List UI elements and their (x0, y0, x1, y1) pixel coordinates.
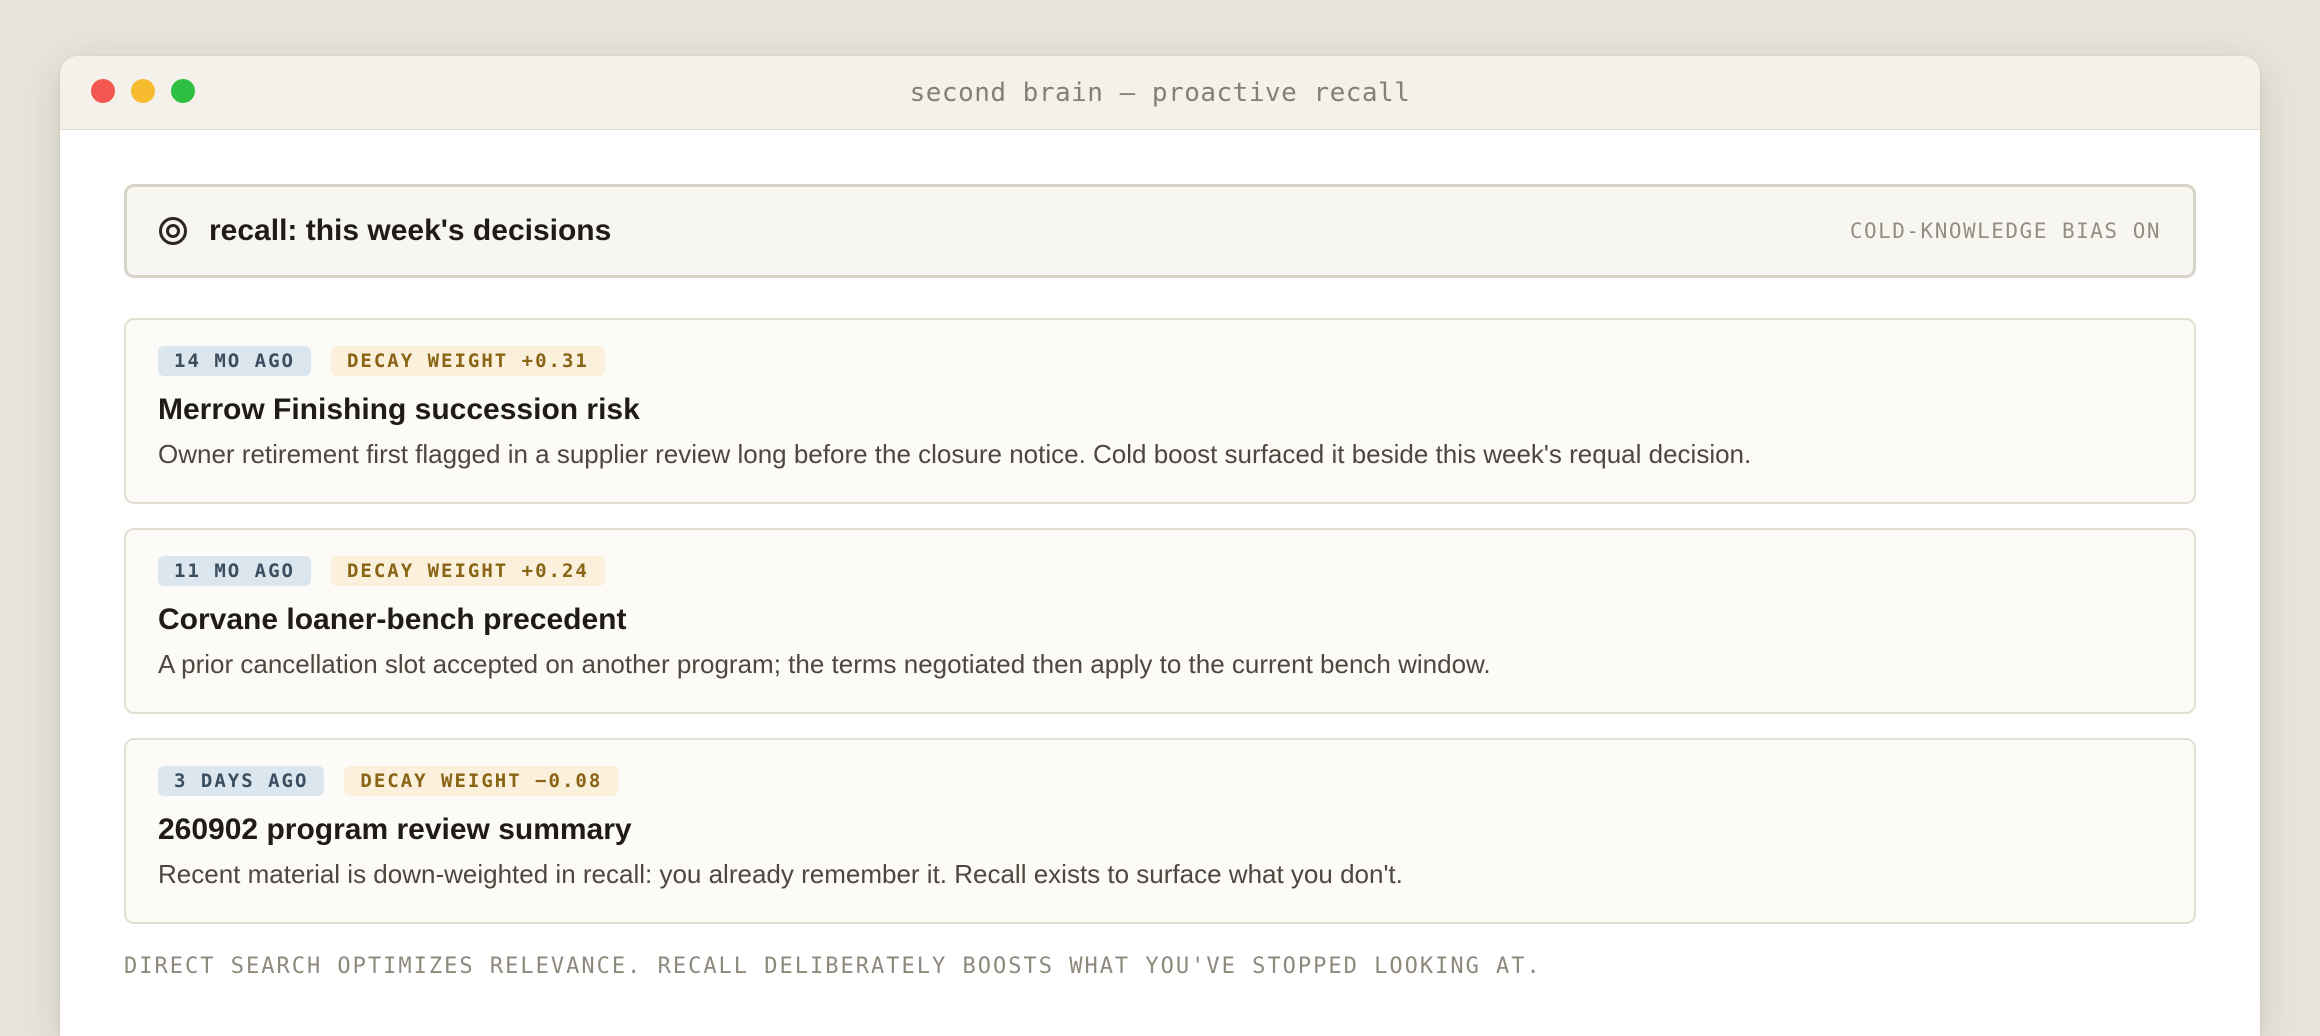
recall-query-text: recall: this week's decisions (209, 214, 612, 247)
window-title: second brain — proactive recall (909, 78, 1411, 108)
card-title: Merrow Finishing succession risk (158, 393, 640, 426)
card-title: 260902 program review summary (158, 813, 632, 846)
card-tags: 3 DAYS AGO DECAY WEIGHT −0.08 (158, 766, 2162, 796)
title-bar: second brain — proactive recall (60, 56, 2260, 130)
card-body: Owner retirement first flagged in a supp… (158, 439, 1752, 469)
age-badge: 14 MO AGO (158, 346, 311, 376)
age-badge: 11 MO AGO (158, 556, 311, 586)
card-tags: 14 MO AGO DECAY WEIGHT +0.31 (158, 346, 2162, 376)
cold-knowledge-bias-indicator: COLD-KNOWLEDGE BIAS ON (1849, 219, 2161, 243)
card-title: Corvane loaner-bench precedent (158, 603, 627, 636)
target-icon (159, 217, 187, 245)
card-body: A prior cancellation slot accepted on an… (158, 649, 1491, 679)
decay-weight-badge: DECAY WEIGHT −0.08 (344, 766, 619, 796)
age-badge: 3 DAYS AGO (158, 766, 325, 796)
app-window: second brain — proactive recall recall: … (60, 56, 2260, 1036)
recall-card[interactable]: 11 MO AGO DECAY WEIGHT +0.24 Corvane loa… (124, 528, 2196, 714)
recall-query-bar[interactable]: recall: this week's decisions COLD-KNOWL… (124, 184, 2196, 278)
footer-note: DIRECT SEARCH OPTIMIZES RELEVANCE. RECAL… (124, 954, 1542, 979)
card-tags: 11 MO AGO DECAY WEIGHT +0.24 (158, 556, 2162, 586)
decay-weight-badge: DECAY WEIGHT +0.31 (330, 346, 605, 376)
recall-card[interactable]: 14 MO AGO DECAY WEIGHT +0.31 Merrow Fini… (124, 318, 2196, 504)
recall-card[interactable]: 3 DAYS AGO DECAY WEIGHT −0.08 260902 pro… (124, 738, 2196, 924)
main-content: recall: this week's decisions COLD-KNOWL… (60, 130, 2260, 979)
card-body: Recent material is down-weighted in reca… (158, 859, 1403, 889)
decay-weight-badge: DECAY WEIGHT +0.24 (330, 556, 605, 586)
